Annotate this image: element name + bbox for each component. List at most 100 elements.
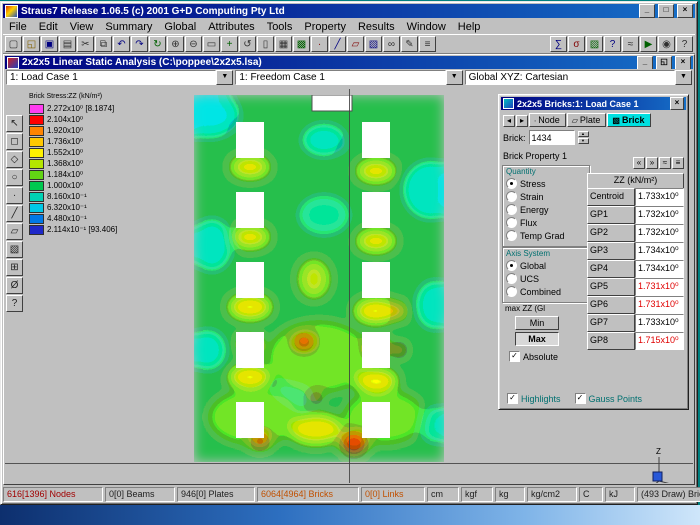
copy-icon[interactable]: ⧉ <box>95 36 112 52</box>
checkbox-icon[interactable]: ✓ <box>509 351 520 362</box>
refresh-icon[interactable]: ↻ <box>149 36 166 52</box>
grid-icon[interactable]: ⊞ <box>6 259 23 276</box>
load-case-combo[interactable]: 1: Load Case 1 ▼ <box>6 70 233 85</box>
select-beam-icon[interactable]: ╱ <box>6 205 23 222</box>
dialog-close-button[interactable]: × <box>670 97 684 110</box>
menu-item[interactable]: Property <box>298 20 352 34</box>
layers-icon[interactable]: ≡ <box>419 36 436 52</box>
checkbox-icon[interactable]: ✓ <box>507 393 518 404</box>
solver-icon[interactable]: ∑ <box>550 36 567 52</box>
maximize-button[interactable]: □ <box>658 4 674 18</box>
quantity-option[interactable]: Flux <box>506 216 586 229</box>
tab-scroll-right-icon[interactable]: ▸ <box>516 115 528 127</box>
axis-system-value[interactable]: Global XYZ: Cartesian <box>465 70 675 85</box>
select-polygon-icon[interactable]: ◇ <box>6 151 23 168</box>
animate-icon[interactable]: ▶ <box>640 36 657 52</box>
col-chart-icon[interactable]: ≈ <box>659 157 671 169</box>
new-file-icon[interactable]: ▢ <box>5 36 22 52</box>
graph-icon[interactable]: ≈ <box>622 36 639 52</box>
quantity-option[interactable]: Stress <box>506 177 586 190</box>
entity-tab[interactable]: ▱ Plate <box>567 113 607 127</box>
absolute-checkbox-row[interactable]: ✓ Absolute <box>509 351 558 362</box>
info-icon[interactable]: ? <box>6 295 23 312</box>
entity-tab[interactable]: ∙ Node <box>529 113 566 127</box>
max-button[interactable]: Max <box>515 332 559 346</box>
spinner-down-icon[interactable]: ▼ <box>578 138 589 144</box>
spinner-up-icon[interactable]: ▲ <box>578 131 589 137</box>
app-icon[interactable] <box>5 5 18 18</box>
select-circle-icon[interactable]: ○ <box>6 169 23 186</box>
menu-item[interactable]: Help <box>452 20 487 34</box>
select-plate-icon[interactable]: ▱ <box>6 223 23 240</box>
minimize-button[interactable]: _ <box>639 4 655 18</box>
quantity-option[interactable]: Temp Grad <box>506 229 586 242</box>
camera-icon[interactable]: ◉ <box>658 36 675 52</box>
highlights-checkbox-row[interactable]: ✓ Highlights <box>507 393 561 404</box>
axis-system-option[interactable]: Combined <box>506 285 586 298</box>
axis-system-option[interactable]: UCS <box>506 272 586 285</box>
link-display-icon[interactable]: ∞ <box>383 36 400 52</box>
redo-icon[interactable]: ↷ <box>131 36 148 52</box>
menu-item[interactable]: Global <box>158 20 202 34</box>
dropdown-arrow-icon[interactable]: ▼ <box>675 70 692 85</box>
axis-system-option[interactable]: Global <box>506 259 586 272</box>
col-scroll-left-icon[interactable]: « <box>633 157 645 169</box>
quantity-option[interactable]: Strain <box>506 190 586 203</box>
load-case-value[interactable]: 1: Load Case 1 <box>6 70 216 85</box>
freedom-case-combo[interactable]: 1: Freedom Case 1 ▼ <box>235 70 462 85</box>
node-display-icon[interactable]: ∙ <box>311 36 328 52</box>
print-icon[interactable]: ▤ <box>59 36 76 52</box>
freedom-case-value[interactable]: 1: Freedom Case 1 <box>235 70 445 85</box>
gauss-points-checkbox-row[interactable]: ✓ Gauss Points <box>575 393 643 404</box>
plate-display-icon[interactable]: ▱ <box>347 36 364 52</box>
document-icon[interactable] <box>7 57 19 69</box>
doc-restore-button[interactable]: ◱ <box>656 56 672 69</box>
pan-icon[interactable]: + <box>221 36 238 52</box>
cut-icon[interactable]: ✂ <box>77 36 94 52</box>
col-list-icon[interactable]: ≡ <box>672 157 684 169</box>
min-button[interactable]: Min <box>515 316 559 330</box>
brick-display-icon[interactable]: ▧ <box>365 36 382 52</box>
zoom-box-icon[interactable]: ▭ <box>203 36 220 52</box>
brick-stress-contour-plot[interactable] <box>194 95 444 462</box>
select-pointer-icon[interactable]: ↖ <box>6 115 23 132</box>
quantity-option[interactable]: Energy <box>506 203 586 216</box>
zoom-out-icon[interactable]: ⊖ <box>185 36 202 52</box>
save-icon[interactable]: ▣ <box>41 36 58 52</box>
results-icon[interactable]: σ <box>568 36 585 52</box>
menu-item[interactable]: Results <box>352 20 401 34</box>
menu-item[interactable]: File <box>3 20 33 34</box>
select-brick-icon[interactable]: ▧ <box>6 241 23 258</box>
brick-number-input[interactable] <box>529 130 575 145</box>
entity-tab[interactable]: ▧ Brick <box>607 113 650 127</box>
doc-close-button[interactable]: × <box>675 56 691 69</box>
attributes-icon[interactable]: ✎ <box>401 36 418 52</box>
menu-item[interactable]: Attributes <box>202 20 260 34</box>
menu-item[interactable]: Summary <box>99 20 158 34</box>
select-box-icon[interactable]: ◻ <box>6 133 23 150</box>
contour-settings-icon[interactable]: ▨ <box>586 36 603 52</box>
doc-minimize-button[interactable]: _ <box>637 56 653 69</box>
peek-icon[interactable]: ? <box>604 36 621 52</box>
measure-icon[interactable]: Ø <box>6 277 23 294</box>
beam-display-icon[interactable]: ╱ <box>329 36 346 52</box>
open-file-icon[interactable]: ◱ <box>23 36 40 52</box>
undo-icon[interactable]: ↶ <box>113 36 130 52</box>
menu-item[interactable]: View <box>64 20 100 34</box>
zoom-in-icon[interactable]: ⊕ <box>167 36 184 52</box>
dropdown-arrow-icon[interactable]: ▼ <box>446 70 463 85</box>
rotate-icon[interactable]: ↺ <box>239 36 256 52</box>
col-scroll-right-icon[interactable]: » <box>646 157 658 169</box>
wireframe-icon[interactable]: ▦ <box>275 36 292 52</box>
shaded-icon[interactable]: ▩ <box>293 36 310 52</box>
close-button[interactable]: × <box>677 4 693 18</box>
dropdown-arrow-icon[interactable]: ▼ <box>216 70 233 85</box>
menu-item[interactable]: Edit <box>33 20 64 34</box>
checkbox-icon[interactable]: ✓ <box>575 393 586 404</box>
menu-item[interactable]: Tools <box>261 20 299 34</box>
tab-scroll-left-icon[interactable]: ◂ <box>503 115 515 127</box>
menu-item[interactable]: Window <box>401 20 452 34</box>
select-node-icon[interactable]: ∙ <box>6 187 23 204</box>
help-icon[interactable]: ? <box>676 36 693 52</box>
axis-system-combo[interactable]: Global XYZ: Cartesian ▼ <box>465 70 692 85</box>
